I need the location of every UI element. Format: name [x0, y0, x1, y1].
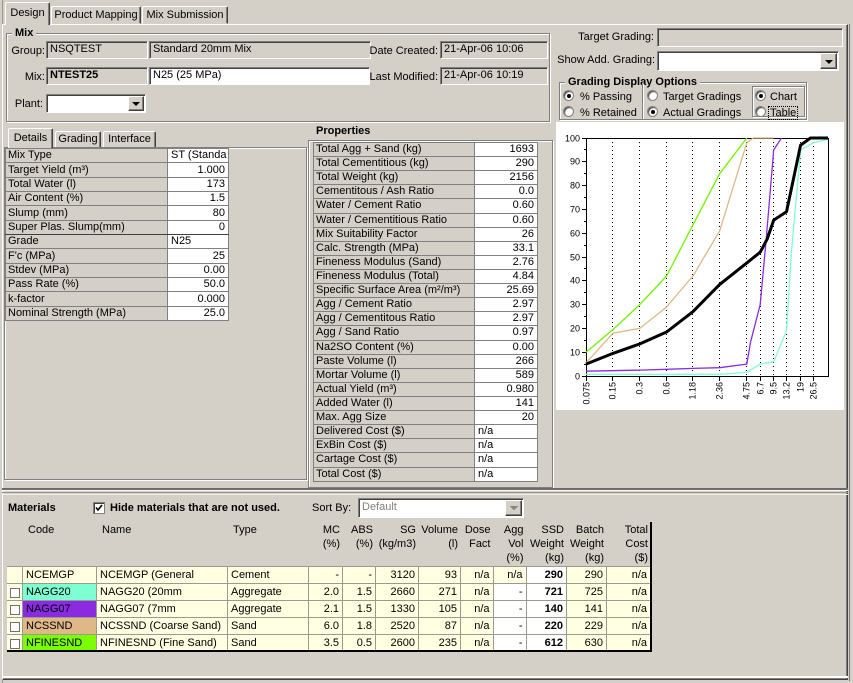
svg-text:1.18: 1.18 — [688, 382, 698, 400]
svg-text:30: 30 — [570, 300, 580, 310]
svg-text:2.36: 2.36 — [715, 382, 725, 400]
svg-text:19: 19 — [796, 382, 806, 392]
svg-text:0.6: 0.6 — [662, 382, 672, 395]
svg-text:0.3: 0.3 — [635, 382, 645, 395]
svg-text:40: 40 — [570, 276, 580, 286]
svg-text:6.7: 6.7 — [756, 382, 766, 395]
svg-text:50: 50 — [570, 253, 580, 263]
svg-text:9.5: 9.5 — [769, 382, 779, 395]
svg-text:0.15: 0.15 — [608, 382, 618, 400]
svg-text:100: 100 — [565, 134, 580, 144]
svg-text:10: 10 — [570, 348, 580, 358]
svg-text:90: 90 — [570, 157, 580, 167]
svg-text:13.2: 13.2 — [782, 382, 792, 400]
svg-text:4.75: 4.75 — [742, 382, 752, 400]
svg-text:60: 60 — [570, 229, 580, 239]
svg-text:70: 70 — [570, 205, 580, 215]
svg-text:0: 0 — [575, 372, 580, 382]
svg-text:0.075: 0.075 — [582, 382, 592, 405]
svg-text:80: 80 — [570, 181, 580, 191]
svg-text:20: 20 — [570, 324, 580, 334]
svg-text:26.5: 26.5 — [809, 382, 819, 400]
